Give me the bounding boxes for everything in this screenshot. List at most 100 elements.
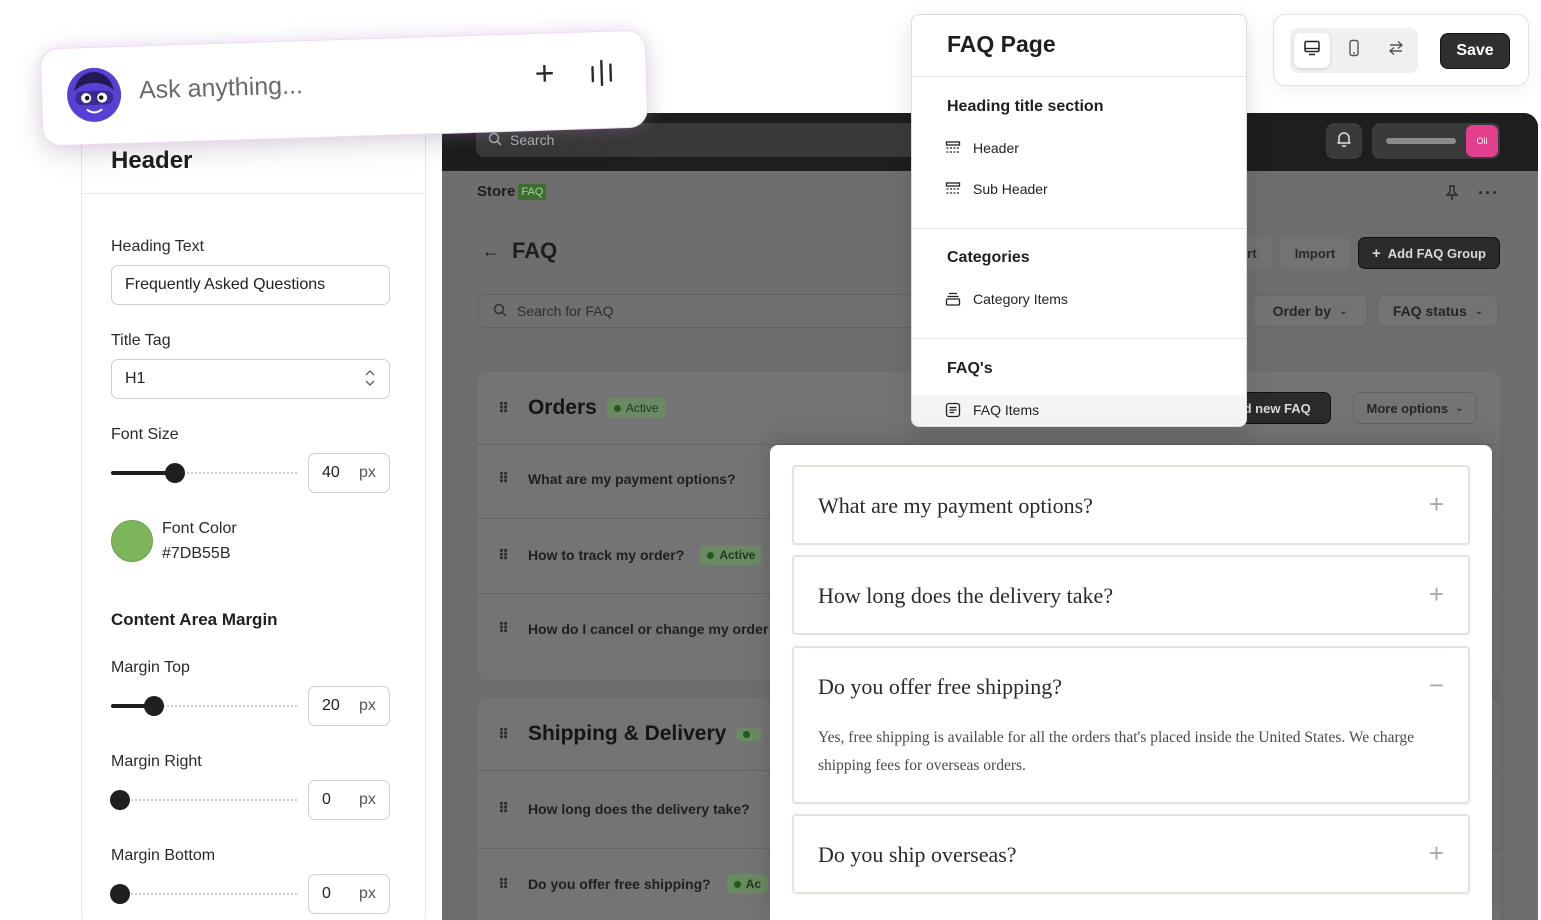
faq-question: Do you offer free shipping? (527, 876, 711, 892)
plus-icon[interactable]: + (1429, 489, 1444, 520)
margin-bottom-input[interactable]: 0 px (308, 874, 390, 914)
heading-text-label: Heading Text (111, 238, 205, 255)
font-size-slider[interactable] (111, 463, 298, 483)
drag-handle-icon[interactable]: ⠿ (498, 726, 509, 743)
faq-status-dropdown[interactable]: FAQ status ⌄ (1377, 295, 1499, 327)
page-title: ← FAQ (482, 238, 557, 264)
drag-handle-icon[interactable]: ⠿ (498, 400, 509, 417)
add-faq-group-label: Add FAQ Group (1387, 245, 1486, 261)
store-brand: Store FAQ (477, 183, 547, 200)
accordion-item[interactable]: Do you ship overseas? + (792, 814, 1470, 894)
faq-search-placeholder: Search for FAQ (517, 303, 614, 319)
save-label: Save (1456, 42, 1494, 59)
more-menu-icon[interactable]: ··· (1478, 183, 1499, 204)
unit-label: px (359, 791, 376, 808)
add-faq-group-button[interactable]: + Add FAQ Group (1358, 237, 1500, 269)
faq-question: How to track my order? (527, 547, 685, 563)
slider-knob[interactable] (110, 884, 131, 904)
divider (912, 338, 1246, 339)
mobile-view-button[interactable] (1336, 33, 1372, 68)
drag-handle-icon[interactable]: ⠿ (498, 470, 509, 487)
font-size-input[interactable]: 40 px (308, 453, 390, 493)
layout-section-icon (945, 181, 961, 197)
margin-right-input[interactable]: 0 px (308, 780, 390, 820)
font-color-value: #7DB55B (162, 545, 231, 562)
status-dot (743, 730, 751, 738)
back-arrow-icon[interactable]: ← (482, 241, 500, 262)
accordion-question: Do you offer free shipping? (818, 674, 1062, 699)
mascot-avatar-icon (65, 66, 123, 124)
title-tag-value: H1 (125, 370, 146, 387)
accordion-answer: Yes, free shipping is available for all … (818, 729, 1414, 774)
margin-top-slider[interactable] (111, 696, 298, 716)
more-options-button[interactable]: More options ⌄ (1353, 392, 1477, 424)
status-badge (736, 727, 763, 741)
divider (912, 76, 1246, 77)
pin-icon[interactable] (1445, 185, 1459, 206)
device-toggle-group (1290, 28, 1418, 73)
margin-bottom-slider[interactable] (110, 884, 298, 904)
structure-section-heading: Heading title section (947, 98, 1104, 115)
mobile-icon (1345, 39, 1363, 62)
margin-top-input[interactable]: 20 px (308, 686, 390, 726)
plus-icon[interactable]: + (1429, 838, 1444, 869)
panel-title: Header (111, 147, 193, 174)
order-by-dropdown[interactable]: Order by ⌄ (1252, 295, 1368, 327)
status-dot (733, 880, 741, 888)
drag-handle-icon[interactable]: ⠿ (498, 620, 509, 637)
margin-right-label: Margin Right (111, 753, 202, 770)
editor-toolbar: Save (1273, 14, 1529, 86)
brand-text: Store (477, 183, 516, 200)
plus-icon: + (1372, 244, 1381, 262)
structure-item-category-items[interactable]: Category Items (912, 284, 1246, 314)
structure-item-sub-header[interactable]: Sub Header (912, 174, 1246, 204)
status-text: Active (625, 401, 659, 415)
margin-right-slider[interactable] (110, 790, 298, 810)
account-name-placeholder (1386, 138, 1456, 144)
swap-arrows-icon (1387, 39, 1405, 62)
accordion-item[interactable]: What are my payment options? + (792, 465, 1470, 545)
faq-builder-canvas: Search Oli Store FAQ ··· ← FAQ rt Import… (0, 0, 1541, 920)
accordion-item-expanded[interactable]: Do you offer free shipping? − Yes, free … (792, 646, 1470, 804)
voice-bars-icon[interactable] (589, 58, 616, 92)
add-new-faq-label: ld new FAQ (1240, 400, 1311, 416)
structure-item-label: FAQ Items (973, 402, 1040, 418)
divider (912, 228, 1246, 229)
accordion-item[interactable]: How long does the delivery take? + (792, 555, 1470, 635)
accordion-question: How long does the delivery take? (818, 583, 1114, 608)
plus-icon[interactable]: + (534, 54, 555, 94)
plus-icon[interactable]: + (1429, 579, 1444, 610)
drag-handle-icon[interactable]: ⠿ (498, 800, 509, 817)
slider-knob[interactable] (144, 696, 164, 716)
drag-handle-icon[interactable]: ⠿ (498, 876, 509, 893)
minus-icon[interactable]: − (1429, 670, 1444, 701)
desktop-view-button[interactable] (1294, 33, 1330, 68)
heading-text-value: Frequently Asked Questions (125, 276, 326, 293)
account-avatar: Oli (1466, 125, 1498, 157)
import-label: Import (1294, 245, 1336, 261)
structure-section-heading: FAQ's (947, 360, 993, 377)
structure-title: FAQ Page (947, 31, 1056, 57)
ask-input-placeholder[interactable]: Ask anything... (139, 71, 304, 105)
structure-item-header[interactable]: Header (912, 133, 1246, 163)
heading-text-input[interactable]: Frequently Asked Questions (111, 265, 390, 305)
structure-item-faq-items[interactable]: FAQ Items (912, 395, 1246, 425)
drag-handle-icon[interactable]: ⠿ (498, 547, 509, 564)
notifications-button[interactable] (1326, 123, 1362, 159)
status-dot (707, 551, 715, 559)
save-button[interactable]: Save (1440, 33, 1510, 69)
status-badge: Active (606, 398, 666, 418)
ask-anything-bar[interactable]: Ask anything... + (40, 30, 648, 146)
slider-knob[interactable] (164, 463, 185, 483)
swap-view-button[interactable] (1378, 33, 1414, 68)
chevron-down-icon: ⌄ (1474, 305, 1484, 317)
slider-knob[interactable] (110, 790, 131, 810)
faq-search-input[interactable]: Search for FAQ (478, 294, 948, 328)
account-menu[interactable]: Oli (1372, 123, 1500, 159)
search-icon (488, 132, 502, 149)
chevron-up-down-icon (365, 369, 375, 389)
import-button[interactable]: Import (1280, 237, 1350, 269)
title-tag-select[interactable]: H1 (111, 359, 390, 399)
font-color-swatch[interactable] (111, 520, 153, 562)
faq-group-title: Orders (527, 396, 597, 419)
